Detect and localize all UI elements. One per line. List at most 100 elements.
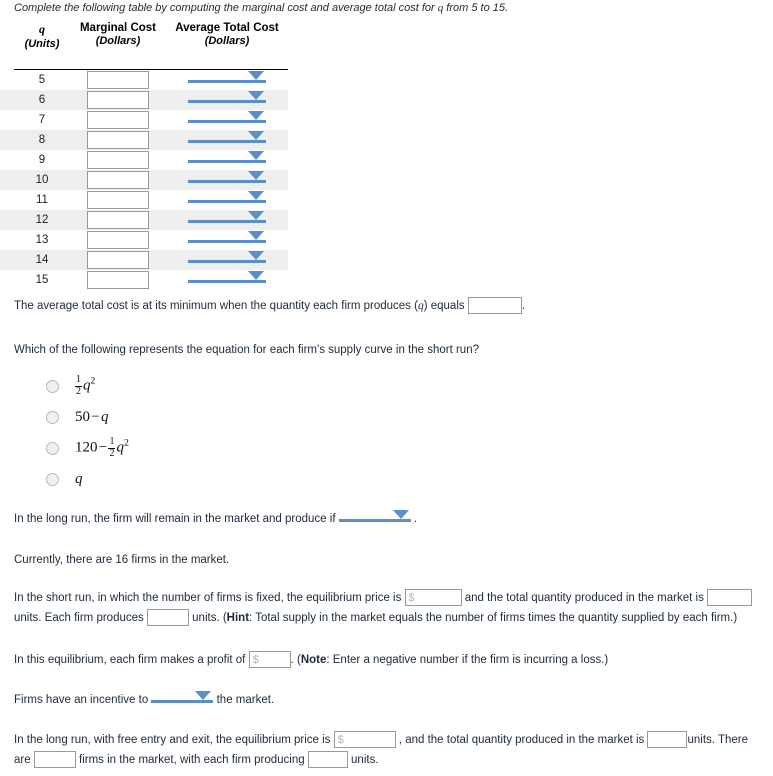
chevron-down-icon (248, 151, 264, 160)
chevron-down-icon (248, 131, 264, 140)
table-row: 8 (0, 130, 288, 150)
cell-marginal-cost (72, 190, 164, 210)
long-run-firms-input[interactable] (33, 751, 76, 769)
cost-table: q (Units) Marginal Cost (Dollars) Averag… (0, 22, 290, 289)
marginal-cost-input[interactable] (87, 111, 149, 129)
short-run-text-4: units. ( (188, 612, 227, 624)
long-run-each-firm-input[interactable] (307, 751, 348, 769)
radio-q[interactable] (46, 472, 59, 486)
long-run-eq-text-2: , and the total quantity produced in the… (395, 734, 648, 746)
average-total-cost-dropdown[interactable] (188, 191, 266, 209)
average-total-cost-dropdown[interactable] (188, 171, 266, 189)
long-run-produce-statement: In the long run, the firm will remain in… (14, 509, 417, 529)
profit-text-before: In this equilibrium, each firm makes a p… (14, 654, 249, 666)
long-run-eq-text-5: firms in the market, with each firm prod… (75, 754, 308, 766)
table-row: 7 (0, 110, 288, 130)
option-label-120-minus-half-q-squared: 120 − 1 2 q2 (75, 436, 129, 459)
average-total-cost-dropdown-line (188, 140, 266, 143)
average-total-cost-dropdown[interactable] (188, 91, 266, 109)
table-row: 10 (0, 170, 288, 190)
cell-marginal-cost (72, 170, 164, 190)
cell-marginal-cost (72, 90, 164, 110)
long-run-eq-text-6: units. (347, 754, 379, 766)
profit-input[interactable] (248, 651, 291, 669)
chevron-down-icon (248, 111, 264, 120)
profit-text-after: : Enter a negative number if the firm is… (326, 654, 609, 666)
long-run-produce-text-after: . (410, 513, 418, 525)
column-header-marginal-cost-label: Marginal Cost (79, 22, 157, 34)
long-run-produce-dropdown-line (338, 518, 411, 522)
cell-average-total-cost (164, 170, 290, 190)
average-total-cost-dropdown[interactable] (188, 131, 266, 149)
cell-quantity: 12 (35, 214, 49, 226)
incentive-dropdown-line (151, 699, 214, 703)
instruction-text-after: from 5 to 15. (443, 2, 509, 14)
average-total-cost-dropdown-line (188, 160, 266, 163)
chevron-down-icon (248, 251, 264, 260)
average-total-cost-dropdown-line (188, 200, 266, 203)
option-row-fifty-minus-q[interactable]: 50 − q (46, 403, 129, 431)
marginal-cost-input[interactable] (87, 171, 149, 189)
column-header-q: q (Units) (12, 22, 72, 50)
average-total-cost-dropdown[interactable] (188, 111, 266, 129)
column-header-marginal-cost-units: (Dollars) (95, 35, 141, 47)
average-total-cost-dropdown[interactable] (188, 271, 266, 289)
average-total-cost-dropdown[interactable] (188, 151, 266, 169)
table-row: 5 (0, 70, 288, 90)
marginal-cost-input[interactable] (87, 231, 149, 249)
long-run-produce-dropdown[interactable] (338, 509, 411, 527)
option-row-120-minus-half-q-squared[interactable]: 120 − 1 2 q2 (46, 434, 129, 462)
table-header-row: q (Units) Marginal Cost (Dollars) Averag… (0, 22, 290, 50)
incentive-text-before: Firms have an incentive to (14, 694, 152, 706)
long-run-quantity-input[interactable] (647, 731, 688, 749)
table-row: 6 (0, 90, 288, 110)
option-row-q[interactable]: q (46, 465, 129, 493)
average-total-cost-dropdown[interactable] (188, 251, 266, 269)
cell-quantity: 6 (38, 94, 46, 106)
column-header-marginal-cost: Marginal Cost (Dollars) (72, 22, 164, 47)
min-atc-text-before: The average total cost is at its minimum… (14, 300, 418, 312)
marginal-cost-input[interactable] (87, 271, 149, 289)
marginal-cost-input[interactable] (87, 251, 149, 269)
table-row: 12 (0, 210, 288, 230)
table-row: 13 (0, 230, 288, 250)
marginal-cost-input[interactable] (87, 91, 149, 109)
short-run-per-firm-input[interactable] (146, 609, 189, 627)
marginal-cost-input[interactable] (87, 71, 149, 89)
marginal-cost-input[interactable] (87, 211, 149, 229)
short-run-quantity-input[interactable] (707, 589, 753, 607)
short-run-hint-label: Hint (226, 612, 250, 624)
long-run-price-input[interactable] (333, 731, 396, 749)
average-total-cost-dropdown[interactable] (188, 71, 266, 89)
cell-average-total-cost (164, 70, 290, 90)
table-body: 5 6 7 8 9 10 11 12 13 14 15 (0, 70, 290, 290)
cell-average-total-cost (164, 250, 290, 270)
min-atc-quantity-input[interactable] (467, 297, 522, 315)
option-row-half-q-squared[interactable]: 1 2 q2 (46, 372, 129, 400)
radio-half-q-squared[interactable] (46, 379, 59, 393)
average-total-cost-dropdown-line (188, 260, 266, 263)
marginal-cost-input[interactable] (87, 131, 149, 149)
incentive-dropdown[interactable] (151, 690, 214, 708)
marginal-cost-input[interactable] (87, 151, 149, 169)
cell-marginal-cost (72, 110, 164, 130)
radio-fifty-minus-q[interactable] (46, 410, 59, 424)
marginal-cost-input[interactable] (87, 191, 149, 209)
table-row: 9 (0, 150, 288, 170)
min-atc-statement: The average total cost is at its minimum… (14, 296, 525, 316)
chevron-down-icon (392, 509, 409, 519)
cell-quantity: 7 (38, 114, 46, 126)
radio-120-minus-half-q-squared[interactable] (46, 441, 59, 455)
supply-curve-options: 1 2 q2 50 − q 120 − 1 2 q2 q (46, 372, 129, 496)
profit-note-label: Note (300, 654, 327, 666)
instruction-text-before: Complete the following table by computin… (14, 2, 438, 14)
cell-average-total-cost (164, 150, 290, 170)
average-total-cost-dropdown[interactable] (188, 231, 266, 249)
table-row: 11 (0, 190, 288, 210)
option-label-half-q-squared: 1 2 q2 (75, 374, 96, 397)
average-total-cost-dropdown-line (188, 220, 266, 223)
average-total-cost-dropdown[interactable] (188, 211, 266, 229)
chevron-down-icon (248, 231, 264, 240)
short-run-price-input[interactable] (404, 589, 462, 607)
cell-average-total-cost (164, 210, 290, 230)
